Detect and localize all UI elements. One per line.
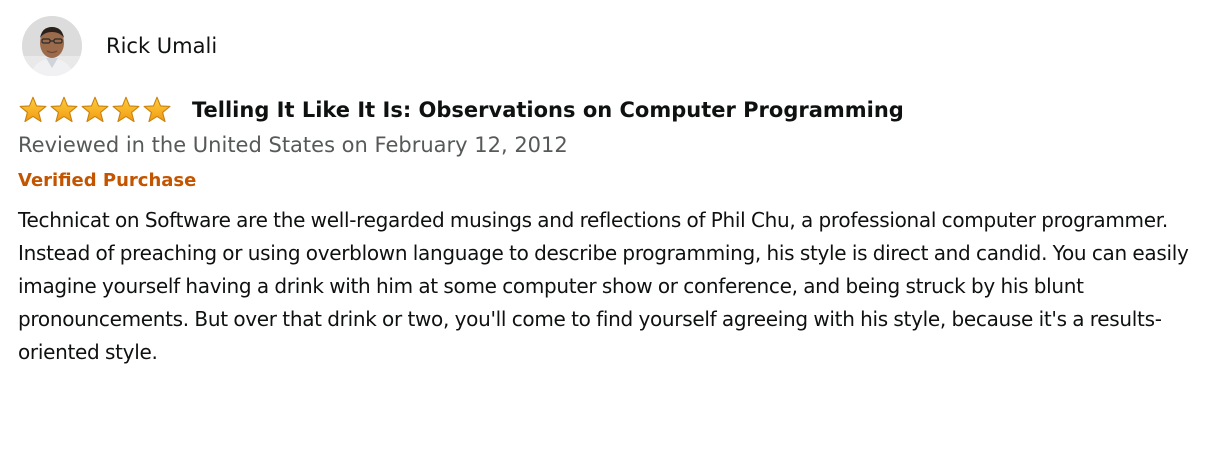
star-icon bbox=[18, 96, 48, 124]
reviewer-avatar[interactable] bbox=[22, 16, 82, 76]
star-icon bbox=[49, 96, 79, 124]
review-title-link[interactable]: Telling It Like It Is: Observations on C… bbox=[192, 99, 904, 121]
star-icon bbox=[111, 96, 141, 124]
avatar-photo-icon bbox=[22, 16, 82, 76]
customer-review: Rick Umali Telling It Like It Is: Observ… bbox=[0, 0, 1208, 460]
reviewer-profile[interactable]: Rick Umali bbox=[22, 14, 1190, 78]
review-body-text: Technicat on Software are the well-regar… bbox=[18, 207, 1189, 364]
star-rating[interactable] bbox=[18, 96, 172, 124]
star-icon bbox=[80, 96, 110, 124]
verified-purchase-badge[interactable]: Verified Purchase bbox=[18, 170, 1190, 192]
review-title-row: Telling It Like It Is: Observations on C… bbox=[18, 95, 1190, 125]
star-icon bbox=[142, 96, 172, 124]
review-date: Reviewed in the United States on Februar… bbox=[18, 133, 568, 157]
reviewer-name[interactable]: Rick Umali bbox=[106, 35, 217, 57]
